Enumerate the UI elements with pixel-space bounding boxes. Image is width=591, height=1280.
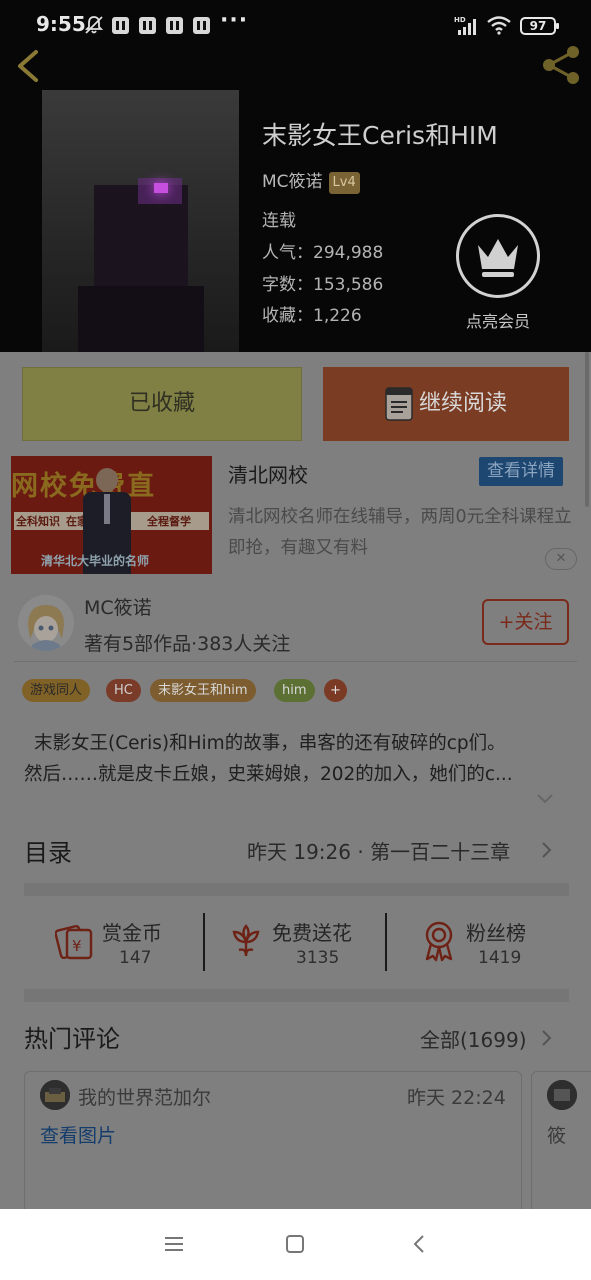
toc-latest-chapter[interactable]: 昨天 19:26 · 第一百二十三章 [247, 836, 510, 865]
anime-avatar-icon [18, 595, 74, 651]
free-flower-button[interactable]: 免费送花 3135 [229, 914, 379, 974]
battery-icon: 97 [520, 17, 559, 35]
commenter-avatar[interactable] [40, 1080, 70, 1110]
author-avatar[interactable] [18, 595, 74, 651]
intro-line-1: 末影女王(Ceris)和Him的故事，串客的还有破碎的cp们。 [34, 733, 506, 754]
flower-icon [232, 924, 260, 957]
tag-ender-queen[interactable]: 末影女王和him [150, 679, 256, 702]
book-status: 连载 [262, 211, 296, 231]
ad-title[interactable]: 清北网校 [228, 459, 308, 488]
author-meta: 著有5部作品·383人关注 [84, 633, 291, 655]
avatar-icon [40, 1080, 70, 1110]
share-icon[interactable] [540, 44, 582, 86]
gift-divider [203, 913, 205, 971]
svg-text:¥: ¥ [72, 937, 82, 955]
section-separator [24, 883, 569, 896]
book-introduction[interactable]: 末影女王(Ceris)和Him的故事，串客的还有破碎的cp们。 然后……就是皮卡… [24, 728, 569, 790]
book-cover-image[interactable] [42, 90, 239, 352]
comment-time: 昨天 22:24 [407, 1087, 506, 1109]
reward-coin-icon: ¥ [55, 924, 93, 960]
reward-coins-count: 147 [119, 948, 152, 968]
collected-button[interactable]: 已收藏 [22, 367, 302, 441]
crown-icon [478, 239, 518, 277]
system-navigation-bar [0, 1209, 591, 1280]
tag-game-fanfic[interactable]: 游戏同人 [22, 679, 91, 702]
follow-button[interactable]: +关注 [482, 599, 569, 645]
fan-ranking-label: 粉丝榜 [466, 921, 526, 945]
book-author-line: MC筱诺 Lv4 [262, 167, 360, 194]
more-notifications-icon: ··· [220, 8, 249, 33]
commenter-name[interactable]: 我的世界范加尔 [78, 1083, 211, 1110]
book-header: 9:55 ··· HD 97 末影女王Ceris和HIM MC筱诺 Lv4 连载… [0, 0, 591, 352]
toc-title[interactable]: 目录 [24, 833, 72, 868]
ad-banner-sub3: 全程督学 [147, 515, 191, 528]
chevron-down-icon[interactable] [536, 793, 554, 805]
ad-description[interactable]: 清北网校名师在线辅导，两周0元全科课程立即抢，有趣又有料 [228, 502, 578, 564]
gift-divider [385, 913, 387, 971]
scrollbar[interactable] [585, 352, 589, 507]
vip-label: 点亮会员 [465, 312, 530, 331]
comment-text: 筱 [547, 1125, 567, 1147]
comment-card[interactable]: 筱 [531, 1071, 591, 1231]
ad-close-icon[interactable]: ✕ [545, 548, 577, 570]
chevron-right-icon[interactable] [541, 841, 553, 859]
menu-icon[interactable] [163, 1233, 185, 1255]
wifi-icon [487, 16, 511, 35]
continue-reading-button[interactable]: 继续阅读 [323, 367, 569, 441]
comment-card[interactable]: 我的世界范加尔 昨天 22:24 查看图片 [24, 1071, 522, 1231]
mute-bell-icon [84, 16, 104, 34]
fan-ranking-button[interactable]: 粉丝榜 1419 [422, 914, 572, 974]
divider [14, 661, 577, 662]
vip-circle [456, 214, 540, 298]
tag-hc[interactable]: HC [106, 679, 141, 702]
reward-coins-button[interactable]: ¥ 赏金币 147 [55, 914, 195, 974]
home-square-icon[interactable] [284, 1233, 306, 1255]
avatar-icon [547, 1080, 577, 1110]
cover-eye [154, 183, 168, 193]
book-icon [385, 387, 413, 421]
book-title: 末影女王Ceris和HIM [262, 121, 498, 150]
back-nav-icon[interactable] [408, 1233, 430, 1255]
hot-comments-title: 热门评论 [24, 1025, 120, 1053]
status-time: 9:55 [36, 12, 86, 36]
add-tag-button[interactable]: + [324, 679, 347, 702]
ad-view-details-button[interactable]: 查看详情 [479, 457, 563, 486]
medal-icon [425, 921, 453, 962]
vip-button[interactable]: 点亮会员 [455, 214, 541, 334]
tag-him[interactable]: him [274, 679, 315, 702]
book-favorites: 收藏：1,226 [262, 306, 362, 326]
free-flower-label: 免费送花 [272, 921, 352, 945]
svg-text:HD: HD [454, 16, 466, 24]
reward-coins-label: 赏金币 [102, 921, 162, 945]
pause-icon [193, 17, 210, 34]
author-name[interactable]: MC筱诺 [84, 593, 152, 620]
pause-icon [166, 17, 183, 34]
pause-icon [139, 17, 156, 34]
hd-signal-icon: HD [454, 16, 476, 35]
book-popularity: 人气：294,988 [262, 243, 384, 263]
ad-banner-bottom: 清华北大毕业的名师 [41, 554, 150, 568]
book-author[interactable]: MC筱诺 [262, 172, 323, 192]
book-word-count: 字数：153,586 [262, 275, 384, 295]
intro-line-2: 然后……就是皮卡丘娘，史莱姆娘，202的加入，她们的c... [24, 764, 513, 785]
fan-ranking-count: 1419 [478, 948, 522, 968]
ad-banner-sub1: 全科知识 [16, 515, 60, 528]
chevron-right-icon[interactable] [541, 1029, 553, 1047]
cover-enderman-body [78, 286, 204, 352]
status-bar: 9:55 ··· HD 97 [0, 0, 591, 52]
ad-banner-image[interactable]: 网校免费直 全科知识 在家 全程督学 清华北大毕业的名师 [11, 456, 212, 574]
back-arrow-icon[interactable] [12, 48, 46, 84]
commenter-avatar[interactable] [547, 1080, 577, 1110]
free-flower-count: 3135 [296, 948, 340, 968]
continue-reading-label: 继续阅读 [419, 391, 508, 416]
author-level-badge: Lv4 [328, 172, 360, 194]
all-comments-link[interactable]: 全部(1699) [420, 1024, 527, 1053]
section-separator [24, 989, 569, 1002]
view-image-link[interactable]: 查看图片 [40, 1121, 116, 1148]
pause-icon [112, 17, 129, 34]
